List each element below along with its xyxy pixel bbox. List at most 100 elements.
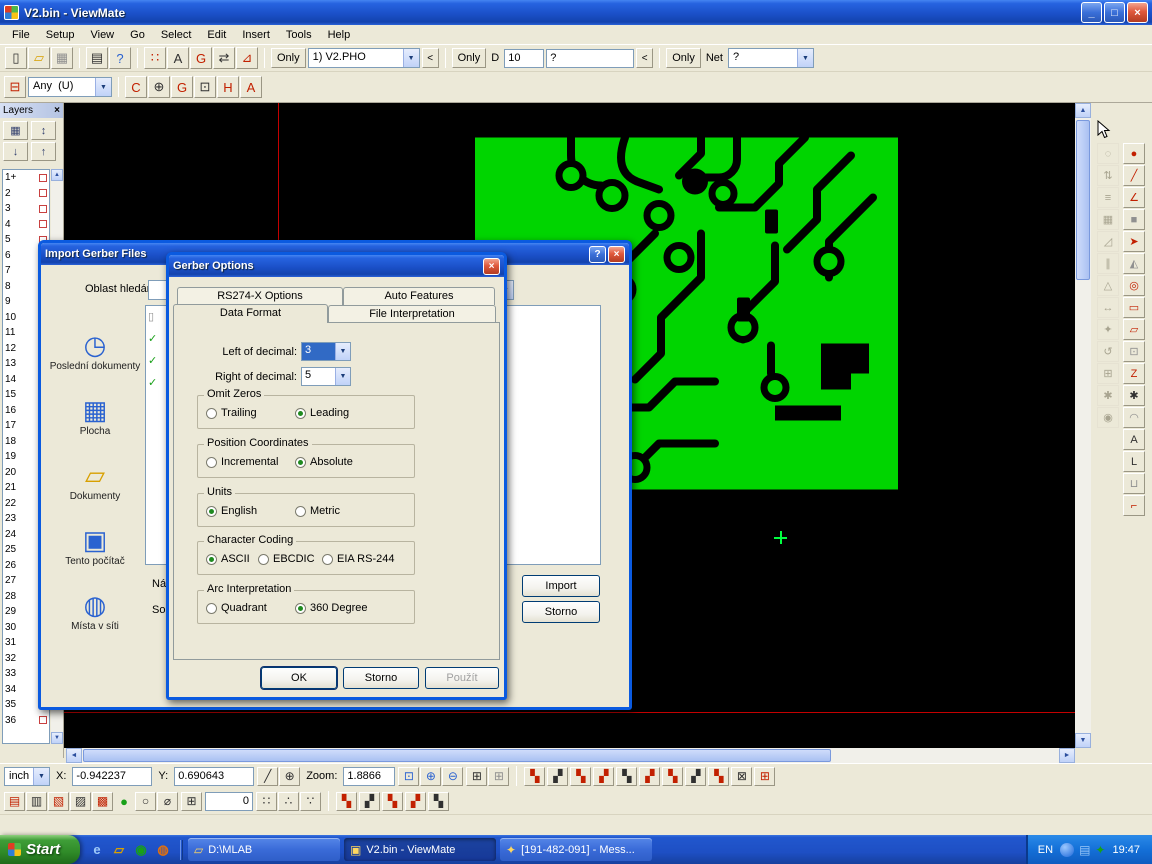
right-of-decimal-select[interactable]: 5 ▼	[301, 367, 351, 386]
aperture-combo[interactable]: Any (U) ▼	[28, 77, 112, 97]
scroll-up-icon[interactable]: ▲	[1075, 103, 1091, 118]
only-net-toggle[interactable]: Only	[666, 48, 701, 68]
import-button[interactable]: Import	[522, 575, 600, 597]
menu-item[interactable]: File	[4, 27, 38, 43]
film-pattern-icon[interactable]: ▞	[547, 767, 568, 786]
radio-absolute[interactable]: Absolute	[295, 456, 353, 468]
vertical-scroll-thumb[interactable]	[1076, 120, 1090, 280]
polyline-tool-icon[interactable]: ∠	[1123, 187, 1145, 208]
minimize-button[interactable]: _	[1081, 2, 1102, 23]
scroll-left-icon[interactable]: ◄	[66, 748, 82, 763]
layer-row[interactable]: 1+	[3, 170, 49, 186]
list-tool-icon[interactable]: ≡	[1097, 187, 1119, 208]
star-tool-icon[interactable]: ✱	[1123, 385, 1145, 406]
horizontal-scroll-thumb[interactable]	[83, 749, 831, 762]
layer-color-swatch[interactable]	[39, 189, 47, 197]
film-pattern-icon[interactable]: ⊞	[754, 767, 775, 786]
desktop-icon[interactable]: ▦ Plocha	[47, 384, 143, 449]
highlight-aperture-icon[interactable]: A	[167, 47, 189, 69]
arc-tool-icon[interactable]: ◠	[1123, 407, 1145, 428]
grid-toggle-icon[interactable]: ⊞	[1097, 363, 1119, 384]
title-bar[interactable]: V2.bin - ViewMate _ □ ×	[0, 0, 1152, 25]
zoom-out-icon[interactable]: ⊖	[442, 767, 463, 786]
import-cancel-button[interactable]: Storno	[522, 601, 600, 623]
menu-item[interactable]: View	[82, 27, 122, 43]
menu-item[interactable]: Setup	[38, 27, 83, 43]
fill-tool-icon[interactable]: ▦	[1097, 209, 1119, 230]
layer-swap-icon[interactable]: ↕	[31, 121, 56, 140]
layer-color-swatch[interactable]	[39, 205, 47, 213]
crosshair-icon[interactable]: ⊕	[148, 76, 170, 98]
stretch-tool-icon[interactable]: ↔	[1097, 297, 1119, 318]
layers-close-icon[interactable]: ×	[54, 105, 60, 116]
rectangle-tool-icon[interactable]: ■	[1123, 209, 1145, 230]
line-tool-icon[interactable]: ╱	[1123, 165, 1145, 186]
pad-pattern-icon[interactable]: ▞	[359, 792, 380, 811]
parallelogram-tool-icon[interactable]: ▱	[1123, 319, 1145, 340]
x-coordinate-field[interactable]: -0.942237	[72, 767, 152, 786]
network-places-icon[interactable]: ◍ Místa v síti	[47, 579, 143, 644]
grid-dots-icon[interactable]: ∷	[144, 47, 166, 69]
highlight-h-icon[interactable]: H	[217, 76, 239, 98]
goto-grid-icon[interactable]: G	[171, 76, 193, 98]
pad-pattern-icon[interactable]: ▚	[382, 792, 403, 811]
circle-tool-icon[interactable]: ◎	[1123, 275, 1145, 296]
film-pattern-icon[interactable]: ▞	[593, 767, 614, 786]
rotate-tool-icon[interactable]: ↺	[1097, 341, 1119, 362]
probe-circle-icon[interactable]: ○	[135, 792, 156, 811]
left-of-decimal-select[interactable]: 3 ▼	[301, 342, 351, 361]
film-pattern-icon[interactable]: ⊠	[731, 767, 752, 786]
prev-layer-button[interactable]: <	[422, 48, 439, 68]
film-pattern-icon[interactable]: ▚	[708, 767, 729, 786]
context-help-icon[interactable]: ?	[109, 47, 131, 69]
center-view-icon[interactable]: C	[125, 76, 147, 98]
taskbar-window-mlab[interactable]: ▱ D:\MLAB	[188, 838, 340, 861]
menu-item[interactable]: Tools	[278, 27, 320, 43]
layer-down-icon[interactable]: ↓	[3, 142, 28, 161]
layer-color-swatch[interactable]	[39, 716, 47, 724]
folder-shortcut-icon[interactable]: ▱	[110, 841, 128, 859]
y-coordinate-field[interactable]: 0.690643	[174, 767, 254, 786]
arrow-tool-icon[interactable]: ➤	[1123, 231, 1145, 252]
display-tray-icon[interactable]: ▤	[1079, 843, 1090, 857]
dropdown-arrow-icon[interactable]: ▼	[403, 49, 419, 67]
layer-row[interactable]: 4	[3, 217, 49, 233]
menu-item[interactable]: Go	[122, 27, 153, 43]
steps-icon[interactable]: ▨	[70, 792, 91, 811]
burst-tool-icon[interactable]: ✱	[1097, 385, 1119, 406]
menu-item[interactable]: Help	[320, 27, 359, 43]
measure-diagonal-icon[interactable]: ╱	[257, 767, 278, 786]
zigzag-tool-icon[interactable]: Z	[1123, 363, 1145, 384]
pad-pattern-icon[interactable]: ▚	[336, 792, 357, 811]
dcode-filter-input[interactable]: ?	[546, 49, 634, 68]
radio-ebcdic[interactable]: EBCDIC	[258, 553, 315, 565]
hook-tool-icon[interactable]: ⌐	[1123, 495, 1145, 516]
aperture-mode-icon[interactable]: ⊟	[4, 76, 26, 98]
layer-combo[interactable]: 1) V2.PHO ▼	[308, 48, 420, 68]
radio-ascii[interactable]: ASCII	[206, 553, 250, 565]
only-layer-toggle[interactable]: Only	[271, 48, 306, 68]
print-icon[interactable]: ▤	[86, 47, 108, 69]
radio-english[interactable]: English	[206, 505, 257, 517]
layer-colors-icon[interactable]: ▤	[4, 792, 25, 811]
new-file-icon[interactable]: ▯	[5, 47, 27, 69]
triangle-draw-tool-icon[interactable]: ◭	[1123, 253, 1145, 274]
layer-color-swatch[interactable]	[39, 220, 47, 228]
diameter-icon[interactable]: ⌀	[157, 792, 178, 811]
dialog-help-button[interactable]: ?	[589, 246, 606, 263]
film-box-icon[interactable]: ▥	[26, 792, 47, 811]
select-area-tool-icon[interactable]: ⊡	[1123, 341, 1145, 362]
measure-icon[interactable]: ⊿	[236, 47, 258, 69]
origin-icon[interactable]: ⊕	[279, 767, 300, 786]
triangle-tool-icon[interactable]: △	[1097, 275, 1119, 296]
layers-panel-header[interactable]: Layers ×	[0, 103, 63, 118]
open-file-icon[interactable]: ▱	[28, 47, 50, 69]
dropdown-arrow-icon[interactable]: ▼	[33, 768, 49, 785]
pad-pattern-icon[interactable]: ▞	[405, 792, 426, 811]
layer-table-icon[interactable]: ▦	[3, 121, 28, 140]
dot-grid-icon[interactable]: ∴	[278, 792, 299, 811]
pad-pattern-icon[interactable]: ▚	[428, 792, 449, 811]
film-pattern-icon[interactable]: ▚	[616, 767, 637, 786]
unit-combo[interactable]: inch ▼	[4, 767, 50, 786]
restore-button[interactable]: □	[1104, 2, 1125, 23]
